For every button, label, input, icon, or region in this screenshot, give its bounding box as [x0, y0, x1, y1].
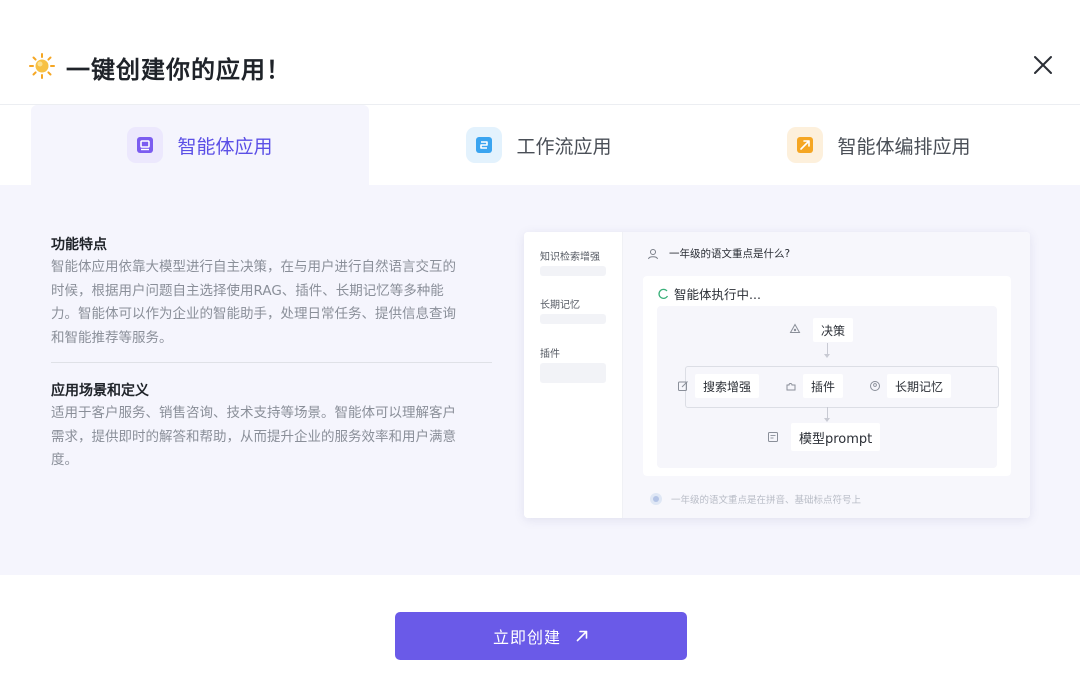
sun-icon: [29, 53, 55, 79]
agent-app-icon: [127, 127, 164, 163]
text-line: 和智能推荐等服务。: [51, 329, 173, 346]
preview-answer: 一年级的语文重点是在拼音、基础标点符号上: [643, 488, 1011, 510]
node-search: 搜索增强: [671, 374, 760, 398]
tab-agent-app[interactable]: 智能体应用: [31, 105, 369, 185]
agent-preview-illustration: 知识检索增强 长期记忆 插件 一年级的语文重点是什么? 智能体执行中... 决策…: [524, 232, 1030, 518]
node-label: 插件: [803, 374, 844, 398]
text-line: 智能体应用依靠大模型进行自主决策，在与用户进行自然语言交互的: [51, 259, 456, 275]
node-label: 搜索增强: [695, 374, 760, 398]
features-description: 智能体应用依靠大模型进行自主决策，在与用户进行自然语言交互的 时候，根据用户问题…: [51, 256, 496, 350]
flow-arrow: [824, 418, 830, 422]
preview-placeholder-bar: [540, 363, 606, 383]
close-icon[interactable]: [1030, 52, 1056, 78]
dialog-header: 一键创建你的应用！: [0, 0, 1080, 105]
features-title: 功能特点: [51, 237, 107, 253]
node-plugin: 插件: [779, 374, 844, 398]
node-label: 长期记忆: [887, 374, 952, 398]
preview-chat: 一年级的语文重点是什么? 智能体执行中... 决策 搜索增强 插件 长期记忆 模…: [623, 232, 1030, 518]
plugin-icon: [779, 374, 803, 398]
bot-avatar-icon: [650, 493, 662, 505]
workflow-app-icon: [466, 127, 503, 163]
question-text: 一年级的语文重点是什么?: [669, 248, 791, 260]
text-line: 度。: [51, 452, 78, 468]
scenarios-description: 适用于客户服务、销售咨询、技术支持等场景。智能体可以理解客户 需求，提供即时的解…: [51, 402, 496, 473]
text-line: 时候，根据用户问题自主选择使用RAG、插件、长期记忆等多种能: [51, 282, 444, 299]
preview-placeholder-bar: [540, 314, 606, 324]
edit-icon: [671, 374, 695, 398]
recycle-icon: [783, 318, 807, 342]
preview-sidebar: 知识检索增强 长期记忆 插件: [524, 232, 623, 518]
tab-label: 智能体编排应用: [837, 135, 971, 158]
agent-orchestration-icon: [787, 127, 824, 163]
create-now-button[interactable]: 立即创建: [395, 612, 687, 660]
loading-icon: [658, 288, 669, 299]
tab-content: 功能特点 智能体应用依靠大模型进行自主决策，在与用户进行自然语言交互的 时候，根…: [0, 185, 1080, 575]
dialog-title: 一键创建你的应用！: [66, 56, 291, 84]
create-app-dialog: 一键创建你的应用！ 智能体应用 工作流应用 智能体编排应用 功能特点 智能体应用…: [0, 0, 1080, 699]
section-divider: [51, 362, 492, 363]
arrow-up-right-icon: [576, 630, 588, 642]
running-status: 智能体执行中...: [657, 284, 761, 303]
node-label: 决策: [813, 318, 854, 342]
preview-side-item: 插件: [540, 349, 560, 360]
preview-side-item: 知识检索增强: [540, 252, 600, 263]
tab-label: 智能体应用: [177, 135, 273, 158]
node-decision: 决策: [783, 318, 854, 342]
user-icon: [648, 248, 658, 259]
text-line: 适用于客户服务、销售咨询、技术支持等场景。智能体可以理解客户: [51, 405, 456, 421]
dialog-footer: 立即创建: [0, 575, 1080, 699]
app-type-tabs: 智能体应用 工作流应用 智能体编排应用: [0, 105, 1080, 185]
tab-workflow-app[interactable]: 工作流应用: [369, 105, 709, 185]
memory-icon: [863, 374, 887, 398]
model-icon: [761, 423, 785, 451]
preview-question: 一年级的语文重点是什么?: [647, 246, 790, 261]
node-label: 模型prompt: [791, 423, 881, 451]
agent-flow: 决策 搜索增强 插件 长期记忆 模型prompt: [657, 306, 999, 468]
node-model: 模型prompt: [761, 423, 881, 451]
create-button-label: 立即创建: [492, 630, 561, 647]
preview-side-item: 长期记忆: [540, 300, 580, 311]
text-line: 需求，提供即时的解答和帮助，从而提升企业的服务效率和用户满意: [51, 428, 456, 445]
flow-arrow: [824, 354, 830, 358]
node-memory: 长期记忆: [863, 374, 952, 398]
preview-placeholder-bar: [540, 266, 606, 276]
running-text: 智能体执行中...: [674, 287, 761, 302]
tab-agent-orchestration-app[interactable]: 智能体编排应用: [709, 105, 1049, 185]
scenarios-title: 应用场景和定义: [51, 383, 149, 399]
text-line: 力。智能体可以作为企业的智能助手，处理日常任务、提供信息查询: [51, 306, 456, 322]
answer-text: 一年级的语文重点是在拼音、基础标点符号上: [671, 495, 862, 506]
preview-execution-card: 智能体执行中... 决策 搜索增强 插件 长期记忆 模型prompt: [643, 276, 1011, 476]
tab-label: 工作流应用: [516, 135, 612, 158]
